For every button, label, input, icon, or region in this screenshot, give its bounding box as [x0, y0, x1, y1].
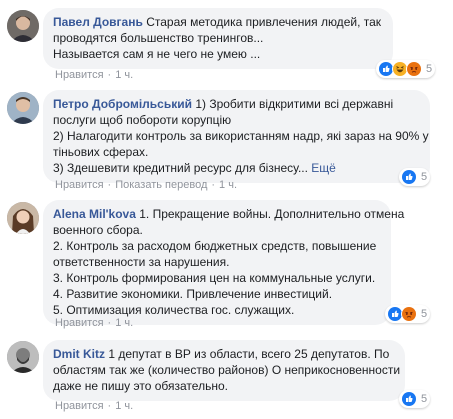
- comment-text: областям так же (количество районов) О н…: [53, 363, 401, 377]
- like-icon: [401, 391, 417, 407]
- comment-text: даже не пишу это обязательно.: [53, 379, 228, 393]
- avatar[interactable]: [7, 202, 39, 234]
- comment-text: 4. Развитие экономики. Привлечение инвес…: [53, 287, 333, 301]
- comment-actions: Нравится · 1 ч.: [55, 69, 134, 81]
- comment-actions: Нравится · 1 ч.: [55, 400, 134, 412]
- timestamp[interactable]: 1 ч.: [115, 400, 133, 412]
- comment-text: проводятся большенство тренингов...: [53, 31, 264, 45]
- author-name[interactable]: Петро Добромільський: [53, 97, 192, 111]
- like-link[interactable]: Нравится: [55, 317, 104, 329]
- like-link[interactable]: Нравится: [55, 179, 104, 191]
- comment-text: 3) Здешевити кредитний ресурс для бізнес…: [53, 161, 308, 175]
- reactions-summary[interactable]: 5: [399, 390, 431, 408]
- angry-icon: [406, 61, 422, 77]
- see-more-link[interactable]: Ещё: [311, 161, 336, 175]
- reaction-count: 5: [421, 171, 428, 183]
- timestamp[interactable]: 1 ч.: [219, 179, 237, 191]
- comment-text: ответственности за нарушения.: [53, 255, 230, 269]
- reactions-summary[interactable]: 5: [399, 168, 431, 186]
- like-link[interactable]: Нравится: [55, 400, 104, 412]
- author-name[interactable]: Павел Довгань: [53, 15, 143, 29]
- reactions-summary[interactable]: 5: [376, 60, 436, 78]
- translate-link[interactable]: Показать перевод: [115, 179, 207, 191]
- comment-text: Называется сам я не чего не умею ...: [53, 47, 261, 61]
- reaction-count: 5: [421, 393, 428, 405]
- comment-text: послуги щоб побороти корупцію: [53, 113, 232, 127]
- comment-text: 2. Контроль за расходом бюджетных средст…: [53, 239, 377, 253]
- comment-bubble: Павел Довгань Старая методика привлечени…: [43, 8, 393, 69]
- reaction-count: 5: [426, 63, 433, 75]
- like-icon: [401, 169, 417, 185]
- avatar[interactable]: [7, 92, 39, 124]
- comment-bubble: Dmit Kitz 1 депутат в ВР из области, все…: [43, 340, 405, 401]
- comment-actions: Нравится · 1 ч.: [55, 317, 134, 329]
- timestamp[interactable]: 1 ч.: [115, 69, 133, 81]
- comment-text: 1) Зробити відкритими всі державні: [195, 97, 394, 111]
- like-link[interactable]: Нравится: [55, 69, 104, 81]
- comment-text: тіньових сферах.: [53, 145, 149, 159]
- timestamp[interactable]: 1 ч.: [115, 317, 133, 329]
- comment-text: 3. Контроль формирования цен на коммунал…: [53, 271, 376, 285]
- comment-text: 2) Налагодити контроль за використанням …: [53, 129, 429, 143]
- avatar[interactable]: [7, 10, 39, 42]
- comment-actions: Нравится · Показать перевод · 1 ч.: [55, 179, 238, 191]
- comment-text: 1 депутат в ВР из области, всего 25 депу…: [108, 347, 390, 361]
- avatar[interactable]: [7, 341, 39, 373]
- author-name[interactable]: Dmit Kitz: [53, 347, 105, 361]
- comment-bubble: Alena Mil'kova 1. Прекращение войны. Доп…: [43, 200, 404, 325]
- reactions-summary[interactable]: 5: [385, 305, 431, 323]
- comment-text: 1. Прекращение войны. Дополнительно отме…: [139, 207, 405, 221]
- comment-text: Старая методика привлечения людей, так: [146, 15, 382, 29]
- comment-bubble: Петро Добромільський 1) Зробити відкрити…: [43, 90, 430, 183]
- angry-icon: [401, 306, 417, 322]
- author-name[interactable]: Alena Mil'kova: [53, 207, 136, 221]
- comment-text: военного сбора.: [53, 223, 143, 237]
- comment-text: 5. Оптимизация количества гос. служащих.: [53, 303, 295, 317]
- reaction-count: 5: [421, 308, 428, 320]
